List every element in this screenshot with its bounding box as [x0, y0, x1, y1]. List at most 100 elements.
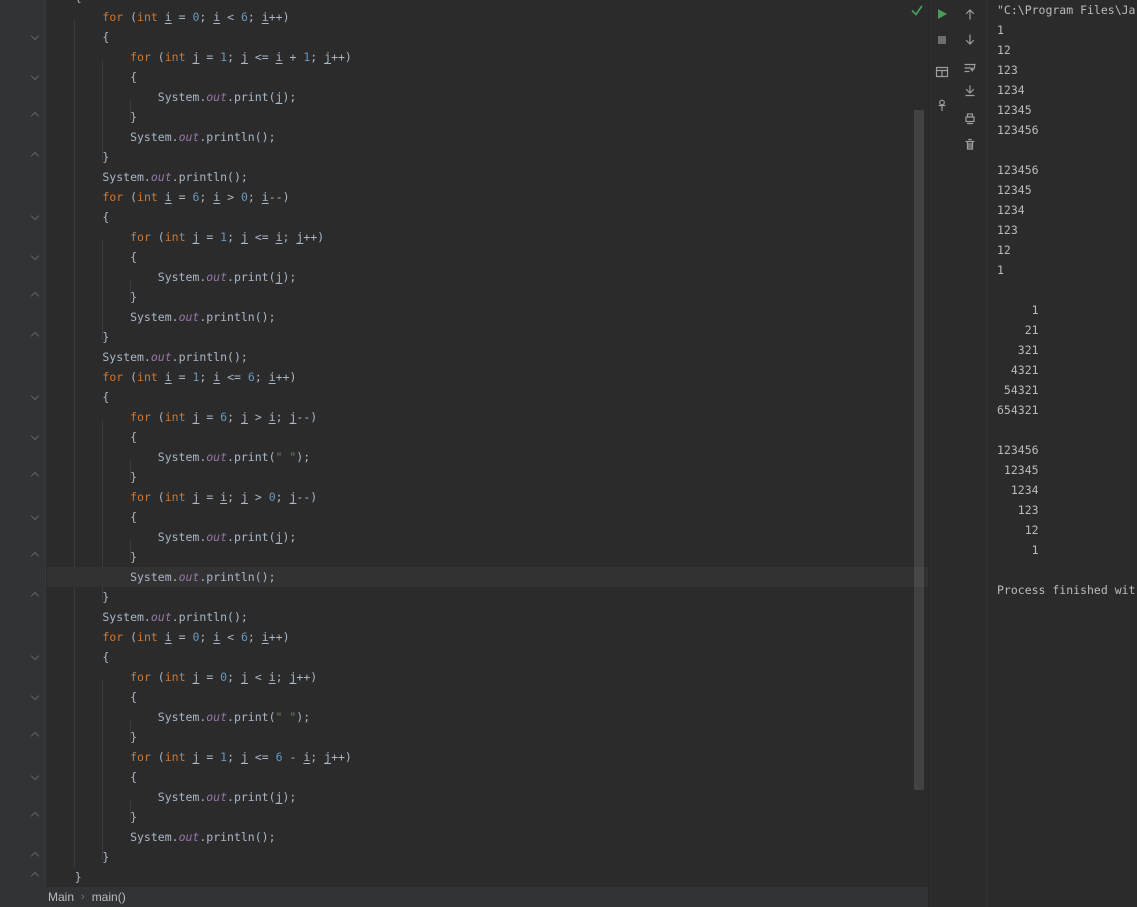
fold-expand-marker-icon[interactable] [30, 211, 40, 221]
code-token: } [47, 850, 110, 864]
code-line[interactable]: } [47, 147, 928, 167]
console-line: 12345 [997, 183, 1032, 197]
print-button[interactable] [962, 110, 978, 126]
fold-end-marker-icon[interactable] [30, 471, 40, 481]
code-line[interactable]: System.out.print(j); [47, 87, 928, 107]
breadcrumb-item[interactable]: main() [92, 890, 126, 904]
pin-tab-button[interactable] [934, 97, 950, 113]
code-line[interactable]: System.out.print(j); [47, 267, 928, 287]
console[interactable]: "C:\Program Files\Ja 1 12 123 1234 12345 12345… [986, 0, 1137, 907]
code-line[interactable]: for (int i = 0; i < 6; i++) [47, 627, 928, 647]
code-area[interactable]: { for (int i = 0; i < 6; i++) { for (int… [47, 0, 928, 887]
code-line[interactable]: } [47, 547, 928, 567]
fold-expand-marker-icon[interactable] [30, 391, 40, 401]
code-line[interactable]: } [47, 807, 928, 827]
code-line[interactable]: { [47, 767, 928, 787]
code-token: <= [247, 50, 276, 64]
fold-end-marker-icon[interactable] [30, 291, 40, 301]
code-line[interactable]: } [47, 867, 928, 887]
code-line[interactable]: for (int j = i; j > 0; j--) [47, 487, 928, 507]
ide-window: { for (int i = 0; i < 6; i++) { for (int… [0, 0, 1137, 907]
code-token: { [47, 770, 138, 784]
code-line[interactable]: } [47, 327, 928, 347]
code-line[interactable]: System.out.print(" "); [47, 707, 928, 727]
editor-scrollbar-thumb[interactable] [914, 110, 924, 790]
code-line[interactable]: System.out.println(); [47, 167, 928, 187]
code-line[interactable]: for (int j = 1; j <= 6 - i; j++) [47, 747, 928, 767]
code-line[interactable]: } [47, 467, 928, 487]
code-line[interactable]: } [47, 727, 928, 747]
code-line[interactable]: { [47, 387, 928, 407]
fold-expand-marker-icon[interactable] [30, 651, 40, 661]
code-token: } [47, 290, 138, 304]
fold-expand-marker-icon[interactable] [30, 31, 40, 41]
code-line[interactable]: } [47, 287, 928, 307]
code-token: > [247, 410, 269, 424]
fold-end-marker-icon[interactable] [30, 731, 40, 741]
soft-wrap-button[interactable] [962, 60, 978, 76]
code-line[interactable]: System.out.println(); [47, 827, 928, 847]
code-token: = [171, 370, 193, 384]
inspections-ok-icon[interactable] [910, 2, 926, 18]
code-line[interactable]: for (int i = 6; i > 0; i--) [47, 187, 928, 207]
code-line[interactable]: } [47, 587, 928, 607]
code-line[interactable]: System.out.print(j); [47, 527, 928, 547]
down-stack-trace-button[interactable] [962, 32, 978, 48]
code-line[interactable]: System.out.println(); [47, 607, 928, 627]
code-line[interactable]: { [47, 687, 928, 707]
fold-expand-marker-icon[interactable] [30, 431, 40, 441]
restore-layout-button[interactable] [934, 64, 950, 80]
code-line[interactable]: System.out.print(j); [47, 787, 928, 807]
fold-expand-marker-icon[interactable] [30, 251, 40, 261]
fold-end-marker-icon[interactable] [30, 551, 40, 561]
scroll-to-end-button[interactable] [962, 83, 978, 99]
code-line[interactable]: { [47, 507, 928, 527]
code-token: ; [275, 410, 290, 424]
fold-end-marker-icon[interactable] [30, 871, 40, 881]
code-line[interactable]: System.out.println(); [47, 567, 928, 587]
code-token: for [130, 230, 151, 244]
code-line[interactable]: for (int j = 1; j <= i; j++) [47, 227, 928, 247]
code-line[interactable]: { [47, 427, 928, 447]
code-line[interactable]: System.out.println(); [47, 307, 928, 327]
fold-expand-marker-icon[interactable] [30, 71, 40, 81]
code-line[interactable]: { [47, 247, 928, 267]
code-token: i [275, 50, 283, 64]
code-line[interactable]: for (int j = 6; j > i; j--) [47, 407, 928, 427]
code-token: ); [296, 710, 311, 724]
code-line[interactable]: System.out.println(); [47, 347, 928, 367]
breadcrumb-item[interactable]: Main [48, 890, 74, 904]
code-line[interactable]: { [47, 207, 928, 227]
fold-end-marker-icon[interactable] [30, 151, 40, 161]
fold-expand-marker-icon[interactable] [30, 511, 40, 521]
code-token: i [268, 670, 276, 684]
code-line[interactable]: { [47, 647, 928, 667]
code-line[interactable]: for (int j = 0; j < i; j++) [47, 667, 928, 687]
fold-end-marker-icon[interactable] [30, 331, 40, 341]
fold-end-marker-icon[interactable] [30, 111, 40, 121]
clear-output-button[interactable] [962, 136, 978, 152]
code-line[interactable]: for (int i = 1; i <= 6; i++) [47, 367, 928, 387]
code-line[interactable]: System.out.print(" "); [47, 447, 928, 467]
fold-expand-marker-icon[interactable] [30, 691, 40, 701]
run-button[interactable] [934, 6, 950, 22]
fold-end-marker-icon[interactable] [30, 591, 40, 601]
code-line[interactable]: { [47, 27, 928, 47]
code-line[interactable]: for (int i = 0; i < 6; i++) [47, 7, 928, 27]
code-token: } [47, 550, 138, 564]
code-line[interactable]: { [47, 67, 928, 87]
stop-button[interactable] [934, 32, 950, 48]
code-line[interactable]: for (int j = 1; j <= i + 1; j++) [47, 47, 928, 67]
code-token: " " [275, 450, 297, 464]
fold-end-marker-icon[interactable] [30, 811, 40, 821]
console-line: 54321 [997, 383, 1039, 397]
code-line[interactable]: { [47, 0, 928, 7]
up-stack-trace-button[interactable] [962, 6, 978, 22]
code-line[interactable]: System.out.println(); [47, 127, 928, 147]
fold-end-marker-icon[interactable] [30, 851, 40, 861]
console-line: 1 [997, 303, 1039, 317]
fold-expand-marker-icon[interactable] [30, 771, 40, 781]
code-line[interactable]: } [47, 847, 928, 867]
code-line[interactable]: } [47, 107, 928, 127]
